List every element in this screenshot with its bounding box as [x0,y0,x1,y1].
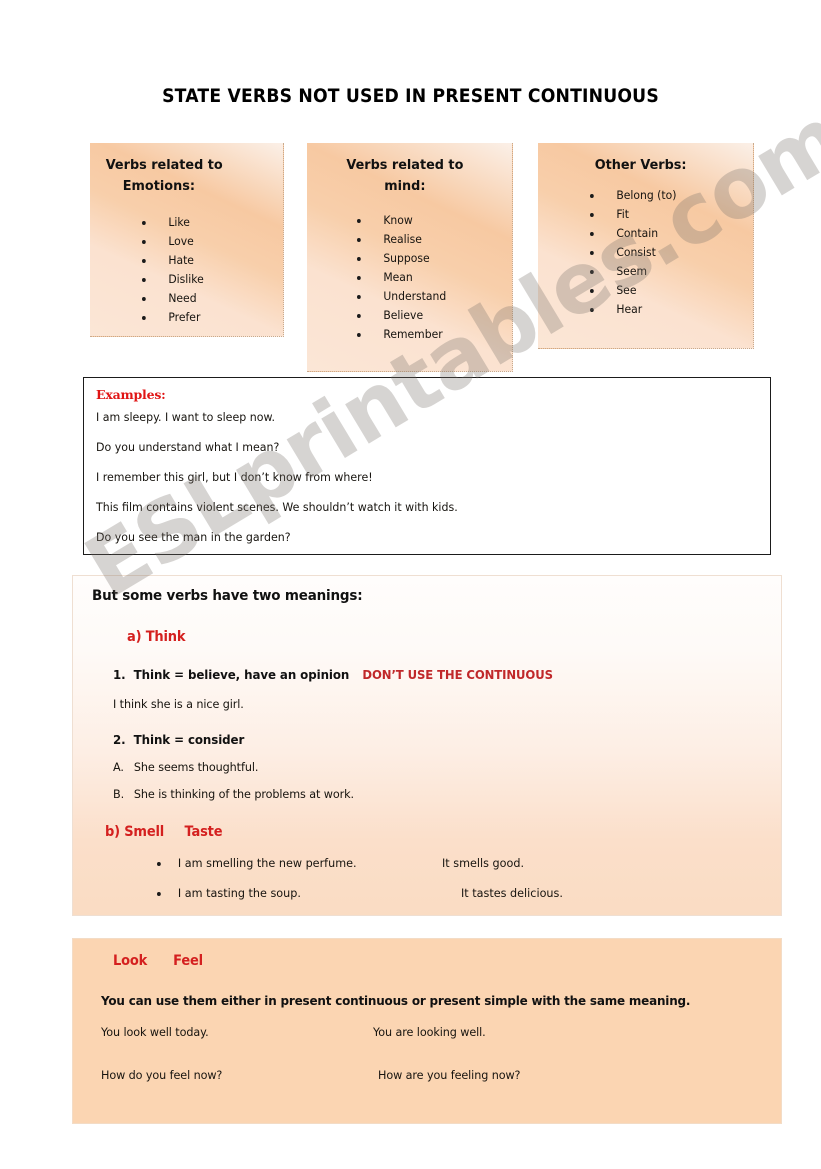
list-item: Believe [357,306,493,325]
look-row-left: You look well today. [101,1025,209,1039]
list-item: Prefer [142,308,265,327]
list-item: Remember [357,325,493,344]
example-sentence: Do you see the man in the garden? [96,530,291,544]
list-item: Understand [357,287,493,306]
look-feel-row: You look well today. You are looking wel… [101,1025,763,1042]
example-sentence: I am sleepy. I want to sleep now. [96,410,275,424]
verb-box-emotions-title-line2: Emotions: [122,178,195,194]
list-marker: 2. [113,732,126,747]
smell-taste-subheading: b) Smell Taste [105,824,719,840]
taste-row-right: It tastes delicious. [461,886,563,900]
worksheet-page: ESLprintables.com STATE VERBS NOT USED I… [0,0,821,1169]
think-example-b: B. She is thinking of the problems at wor… [113,787,732,801]
list-item: Seem [590,262,734,281]
taste-row-left: I am tasting the soup. [177,886,301,900]
verb-box-mind-title: Verbs related to mind: [317,155,493,197]
verb-box-mind: Verbs related to mind: Know Realise Supp… [307,143,513,372]
list-item: Hear [590,300,734,319]
think-meaning-1-example: I think she is a nice girl. [113,697,244,711]
list-item: Dislike [142,270,265,289]
verb-box-mind-title-line2: mind: [384,178,426,194]
list-item: Love [142,232,265,251]
think-meaning-1-text: Think = believe, have an opinion [133,667,350,682]
smell-row-left: I am smelling the new perfume. [177,856,357,870]
list-item: I am tasting the soup. It tastes delicio… [157,885,735,902]
list-item: Fit [590,205,734,224]
list-item: Hate [142,251,265,270]
two-meanings-panel: But some verbs have two meanings: a) Thi… [72,575,782,916]
look-feel-note: You can use them either in present conti… [101,993,691,1008]
verb-list-other: Belong (to) Fit Contain Consist Seem See… [548,186,743,319]
list-item: Belong (to) [590,186,734,205]
look-label: Look [113,953,148,969]
think-example-a: A. She seems thoughtful. [113,760,732,774]
think-subheading: a) Think [127,629,186,645]
list-item: Consist [590,243,734,262]
list-item: Contain [590,224,734,243]
verb-box-other-title: Other Verbs: [548,155,733,176]
list-item: Mean [357,268,493,287]
look-feel-row: How do you feel now? How are you feeling… [101,1068,763,1085]
list-marker: A. [113,760,124,774]
verb-box-other-title-line1: Other Verbs: [594,157,687,173]
list-item: Need [142,289,265,308]
examples-heading: Examples: [96,387,166,402]
continuous-warning: DON’T USE THE CONTINUOUS [362,667,553,682]
list-item: I am smelling the new perfume. It smells… [157,855,735,872]
look-feel-panel: Look Feel You can use them either in pres… [72,938,782,1124]
example-sentence: I remember this girl, but I don’t know f… [96,470,373,484]
think-meaning-1: 1. Think = believe, have an opinion DON’T … [113,667,726,682]
think-meaning-2: 2. Think = consider [113,732,726,747]
list-item: Realise [357,230,493,249]
list-marker: 1. [113,667,126,682]
examples-box: Examples: I am sleepy. I want to sleep n… [83,377,771,555]
feel-row-left: How do you feel now? [101,1068,223,1082]
look-row-right: You are looking well. [373,1025,486,1039]
verb-list-emotions: Like Love Hate Dislike Need Prefer [100,213,273,327]
example-sentence: This film contains violent scenes. We sh… [96,500,458,514]
smell-label: b) Smell [105,824,165,840]
list-marker: B. [113,787,125,801]
list-item: Like [142,213,265,232]
list-item: Suppose [357,249,493,268]
list-item: Know [357,211,493,230]
verb-box-emotions: Verbs related to Emotions: Like Love Hat… [90,143,284,337]
example-sentence: Do you understand what I mean? [96,440,280,454]
two-meanings-heading: But some verbs have two meanings: [92,588,363,604]
think-example-b-text: She is thinking of the problems at work. [133,787,354,801]
smell-taste-list: I am smelling the new perfume. It smells… [89,855,765,902]
verb-box-mind-title-line1: Verbs related to [346,157,464,173]
page-title: STATE VERBS NOT USED IN PRESENT CONTINUO… [162,86,659,107]
verb-list-mind: Know Realise Suppose Mean Understand Bel… [317,211,502,344]
smell-row-right: It smells good. [442,856,525,870]
list-item: See [590,281,734,300]
think-meaning-2-text: Think = consider [133,732,245,747]
verb-box-other: Other Verbs: Belong (to) Fit Contain Con… [538,143,754,349]
feel-row-right: How are you feeling now? [378,1068,521,1082]
think-example-a-text: She seems thoughtful. [133,760,259,774]
verb-box-emotions-title-line1: Verbs related to [105,157,223,173]
verb-box-emotions-title: Verbs related to Emotions: [100,155,264,197]
feel-label: Feel [173,953,203,969]
taste-label: Taste [184,824,223,840]
look-feel-heading: Look Feel [113,953,718,969]
